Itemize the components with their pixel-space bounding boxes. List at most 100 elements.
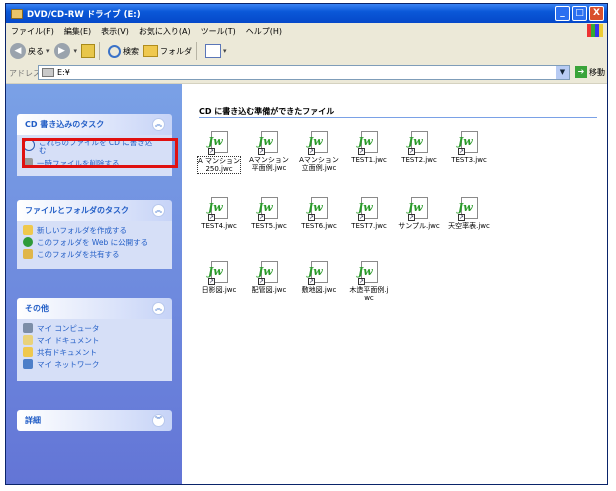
- file-name: TEST1.jwc: [351, 156, 387, 164]
- file-name: TEST5.jwc: [251, 222, 287, 230]
- file-item[interactable]: Jw ↗ TEST3.jwc: [447, 131, 491, 164]
- file-item[interactable]: Jw ↗ TEST7.jwc: [347, 197, 391, 230]
- file-name: 敷地図.jwc: [301, 286, 337, 294]
- file-list-pane: CD に書き込む準備ができたファイル Jw ↗ A マンション250.jwc Jw…: [182, 84, 607, 484]
- file-item[interactable]: Jw ↗ サンプル.jwc: [397, 197, 441, 230]
- file-name: 日影図.jwc: [201, 286, 237, 294]
- documents-icon: [23, 335, 33, 345]
- file-name: Aマンション平面例.jwc: [249, 156, 289, 172]
- file-tasks-panel: ファイルとフォルダのタスク ︽ 新しいフォルダを作成する このフォルダを Web…: [17, 200, 172, 269]
- jwc-file-icon: Jw ↗: [358, 131, 380, 155]
- folders-button[interactable]: フォルダ: [143, 45, 192, 57]
- other-places-header[interactable]: その他 ︽: [17, 298, 172, 319]
- views-icon: [205, 44, 222, 58]
- back-arrow-icon: ◀: [10, 43, 26, 59]
- address-bar: アドレス(D) E:¥ ▼ ➔ 移動: [6, 63, 607, 84]
- go-button[interactable]: ➔ 移動: [575, 66, 605, 78]
- jwc-file-icon: Jw ↗: [458, 197, 480, 221]
- jwc-file-icon: Jw ↗: [458, 131, 480, 155]
- share-folder-icon: [23, 249, 33, 259]
- new-folder-link[interactable]: 新しいフォルダを作成する: [23, 225, 166, 237]
- highlight-box: [22, 138, 178, 168]
- chevron-down-icon: ▾: [46, 47, 50, 55]
- file-item[interactable]: Jw ↗ 日影図.jwc: [197, 261, 241, 294]
- forward-button[interactable]: ▶ ▾: [53, 43, 78, 59]
- my-network-label: マイ ネットワーク: [37, 360, 100, 369]
- file-name: 天空率表.jwc: [448, 222, 490, 230]
- group-divider: [199, 117, 597, 118]
- share-folder-link[interactable]: このフォルダを共有する: [23, 249, 166, 261]
- file-item[interactable]: Jw ↗ TEST4.jwc: [197, 197, 241, 230]
- details-header[interactable]: 詳細 ︾: [17, 410, 172, 431]
- jwc-file-icon: Jw ↗: [208, 261, 230, 285]
- publish-web-label: このフォルダを Web に公開する: [37, 238, 149, 247]
- file-item[interactable]: Jw ↗ 敷地図.jwc: [297, 261, 341, 294]
- forward-arrow-icon: ▶: [53, 43, 70, 59]
- my-computer-label: マイ コンピュータ: [37, 324, 100, 333]
- maximize-button[interactable]: □: [572, 6, 587, 21]
- file-item[interactable]: Jw ↗ 木造平面例.jwc: [347, 261, 391, 302]
- chevron-down-icon: ▾: [223, 47, 227, 55]
- chevron-down-icon: ▾: [73, 47, 78, 55]
- collapse-icon[interactable]: ︽: [152, 302, 165, 315]
- go-label: 移動: [589, 67, 605, 77]
- file-name: A マンション250.jwc: [197, 156, 241, 174]
- file-item[interactable]: Jw ↗ 配管図.jwc: [247, 261, 291, 294]
- file-item[interactable]: Jw ↗ 天空率表.jwc: [447, 197, 491, 230]
- file-name: サンプル.jwc: [398, 222, 440, 230]
- file-item[interactable]: Jw ↗ Aマンション平面例.jwc: [247, 131, 291, 172]
- file-item[interactable]: Jw ↗ TEST1.jwc: [347, 131, 391, 164]
- shared-documents-link[interactable]: 共有ドキュメント: [23, 347, 166, 359]
- jwc-file-icon: Jw ↗: [358, 197, 380, 221]
- collapse-icon[interactable]: ︽: [152, 204, 165, 217]
- menu-bar: ファイル(F) 編集(E) 表示(V) お気に入り(A) ツール(T) ヘルプ(…: [6, 23, 607, 40]
- address-input[interactable]: E:¥ ▼: [38, 65, 570, 80]
- publish-web-link[interactable]: このフォルダを Web に公開する: [23, 237, 166, 249]
- search-label: 検索: [123, 46, 140, 56]
- file-item[interactable]: Jw ↗ Aマンション立面例.jwc: [297, 131, 341, 172]
- toolbar: ◀ 戻る ▾ ▶ ▾ 検索 フォルダ ▾: [6, 39, 607, 64]
- file-item[interactable]: Jw ↗ TEST5.jwc: [247, 197, 291, 230]
- file-item[interactable]: Jw ↗ A マンション250.jwc: [197, 131, 241, 174]
- back-button[interactable]: ◀ 戻る ▾: [10, 43, 50, 59]
- windows-logo-icon: [587, 24, 603, 37]
- views-button[interactable]: ▾: [205, 44, 227, 58]
- file-item[interactable]: Jw ↗ TEST2.jwc: [397, 131, 441, 164]
- menu-favorites[interactable]: お気に入り(A): [134, 26, 196, 37]
- new-folder-icon: [23, 225, 33, 235]
- shared-documents-label: 共有ドキュメント: [37, 348, 97, 357]
- jwc-file-icon: Jw ↗: [408, 131, 430, 155]
- my-documents-link[interactable]: マイ ドキュメント: [23, 335, 166, 347]
- cd-tasks-title: CD 書き込みのタスク: [25, 120, 105, 129]
- jwc-file-icon: Jw ↗: [308, 131, 330, 155]
- address-dropdown-button[interactable]: ▼: [556, 66, 569, 79]
- search-button[interactable]: 検索: [108, 44, 140, 58]
- share-folder-label: このフォルダを共有する: [37, 250, 120, 259]
- my-documents-label: マイ ドキュメント: [37, 336, 100, 345]
- new-folder-label: 新しいフォルダを作成する: [37, 226, 127, 235]
- menu-help[interactable]: ヘルプ(H): [241, 26, 287, 37]
- minimize-button[interactable]: _: [555, 6, 570, 21]
- menu-file[interactable]: ファイル(F): [6, 26, 59, 37]
- folders-label: フォルダ: [160, 46, 193, 56]
- my-computer-link[interactable]: マイ コンピュータ: [23, 323, 166, 335]
- menu-view[interactable]: 表示(V): [96, 26, 134, 37]
- window-title: DVD/CD-RW ドライブ (E:): [27, 9, 141, 20]
- expand-icon[interactable]: ︾: [152, 414, 165, 427]
- collapse-icon[interactable]: ︽: [152, 118, 165, 131]
- file-name: Aマンション立面例.jwc: [299, 156, 339, 172]
- drive-icon: [11, 8, 23, 19]
- cd-tasks-header[interactable]: CD 書き込みのタスク ︽: [17, 114, 172, 135]
- close-button[interactable]: X: [589, 6, 604, 21]
- folder-up-icon[interactable]: [81, 44, 96, 58]
- file-name: TEST6.jwc: [301, 222, 337, 230]
- details-title: 詳細: [25, 416, 41, 425]
- my-network-link[interactable]: マイ ネットワーク: [23, 359, 166, 371]
- menu-tools[interactable]: ツール(T): [196, 26, 241, 37]
- menu-edit[interactable]: 編集(E): [59, 26, 96, 37]
- jwc-file-icon: Jw ↗: [208, 197, 230, 221]
- file-tasks-header[interactable]: ファイルとフォルダのタスク ︽: [17, 200, 172, 221]
- file-name: TEST4.jwc: [201, 222, 237, 230]
- file-item[interactable]: Jw ↗ TEST6.jwc: [297, 197, 341, 230]
- jwc-file-icon: Jw ↗: [358, 261, 380, 285]
